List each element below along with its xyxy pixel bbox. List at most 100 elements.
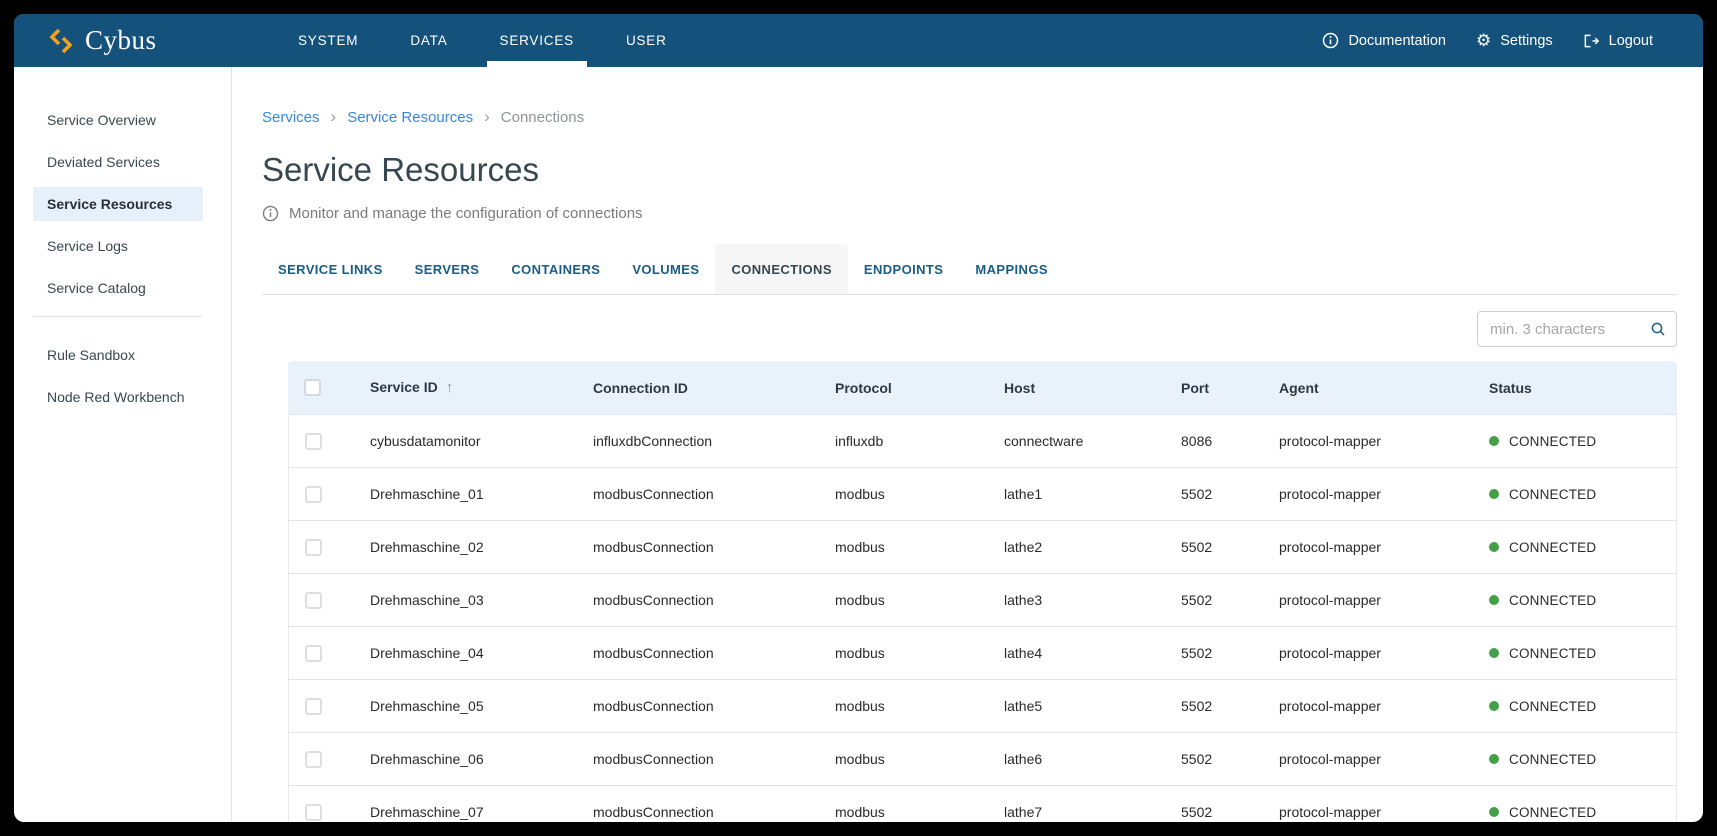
column-header-connection-id[interactable]: Connection ID: [577, 361, 819, 415]
cell-status: CONNECTED: [1473, 680, 1677, 733]
logout-icon: [1583, 33, 1600, 49]
tab-volumes[interactable]: VOLUMES: [616, 244, 715, 294]
column-header-protocol[interactable]: Protocol: [819, 361, 988, 415]
cell-service-id: Drehmaschine_06: [354, 733, 577, 786]
table-row[interactable]: Drehmaschine_07 modbusConnection modbus …: [288, 786, 1677, 822]
cell-host: lathe7: [988, 786, 1165, 822]
cell-host: connectware: [988, 415, 1165, 468]
cell-service-id: Drehmaschine_04: [354, 627, 577, 680]
documentation-link[interactable]: Documentation: [1322, 32, 1446, 49]
status-connected-dot-icon: [1489, 595, 1499, 605]
cell-port: 5502: [1165, 786, 1263, 822]
table-row[interactable]: Drehmaschine_01 modbusConnection modbus …: [288, 468, 1677, 521]
cell-connection-id: modbusConnection: [577, 680, 819, 733]
column-header-agent[interactable]: Agent: [1263, 361, 1473, 415]
tab-label: VOLUMES: [632, 262, 699, 277]
nav-item-system[interactable]: SYSTEM: [272, 14, 384, 67]
breadcrumb-item-connections: › Connections: [473, 107, 584, 127]
column-header-status[interactable]: Status: [1473, 361, 1677, 415]
tab-connections[interactable]: CONNECTIONS: [715, 244, 847, 294]
cell-protocol: modbus: [819, 574, 988, 627]
row-checkbox[interactable]: [305, 645, 322, 662]
column-header-service-id[interactable]: Service ID↑: [354, 361, 577, 415]
status-label: CONNECTED: [1509, 434, 1596, 449]
tab-label: ENDPOINTS: [864, 262, 943, 277]
cell-status: CONNECTED: [1473, 415, 1677, 468]
table-row[interactable]: Drehmaschine_04 modbusConnection modbus …: [288, 627, 1677, 680]
top-navigation-bar: Cybus SYSTEM DATA SERVICES USER: [14, 14, 1703, 67]
column-header-port[interactable]: Port: [1165, 361, 1263, 415]
cell-protocol: modbus: [819, 627, 988, 680]
cell-protocol: modbus: [819, 680, 988, 733]
cell-protocol: modbus: [819, 733, 988, 786]
tab-service-links[interactable]: SERVICE LINKS: [262, 244, 399, 294]
tab-servers[interactable]: SERVERS: [399, 244, 496, 294]
cell-select: [288, 733, 354, 786]
cell-agent: protocol-mapper: [1263, 786, 1473, 822]
cell-service-id: Drehmaschine_05: [354, 680, 577, 733]
status-connected-dot-icon: [1489, 754, 1499, 764]
nav-item-services[interactable]: SERVICES: [474, 14, 600, 67]
sidebar-item-label: Rule Sandbox: [47, 347, 135, 363]
sidebar-item-deviated-services[interactable]: Deviated Services: [33, 145, 203, 179]
status-label: CONNECTED: [1509, 805, 1596, 820]
cell-protocol: modbus: [819, 521, 988, 574]
brand-logo[interactable]: Cybus: [14, 25, 157, 56]
table-row[interactable]: Drehmaschine_06 modbusConnection modbus …: [288, 733, 1677, 786]
logout-link[interactable]: Logout: [1583, 33, 1653, 49]
cell-connection-id: modbusConnection: [577, 468, 819, 521]
cell-select: [288, 574, 354, 627]
cell-connection-id: modbusConnection: [577, 627, 819, 680]
cell-host: lathe6: [988, 733, 1165, 786]
nav-item-label: SYSTEM: [298, 33, 358, 48]
column-header-host[interactable]: Host: [988, 361, 1165, 415]
row-checkbox[interactable]: [305, 804, 322, 821]
sidebar-item-service-resources[interactable]: Service Resources: [33, 187, 203, 221]
sidebar: Service Overview Deviated Services Servi…: [14, 67, 232, 822]
settings-link[interactable]: ⚙ Settings: [1476, 32, 1553, 49]
select-all-checkbox[interactable]: [304, 379, 321, 396]
sidebar-item-label: Deviated Services: [47, 154, 160, 170]
tab-containers[interactable]: CONTAINERS: [495, 244, 616, 294]
breadcrumb-item-service-resources[interactable]: › Service Resources: [320, 107, 474, 127]
sidebar-group-tools: Rule Sandbox Node Red Workbench: [14, 338, 231, 414]
cell-host: lathe2: [988, 521, 1165, 574]
row-checkbox[interactable]: [305, 751, 322, 768]
table-row[interactable]: Drehmaschine_02 modbusConnection modbus …: [288, 521, 1677, 574]
row-checkbox[interactable]: [305, 539, 322, 556]
sidebar-item-service-catalog[interactable]: Service Catalog: [33, 271, 203, 305]
status-label: CONNECTED: [1509, 752, 1596, 767]
cell-select: [288, 415, 354, 468]
breadcrumb-label: Services: [262, 109, 320, 126]
nav-item-user[interactable]: USER: [600, 14, 693, 67]
sidebar-item-label: Service Resources: [47, 196, 172, 212]
row-checkbox[interactable]: [305, 433, 322, 450]
cell-connection-id: modbusConnection: [577, 574, 819, 627]
tab-mappings[interactable]: MAPPINGS: [959, 244, 1064, 294]
table-row[interactable]: Drehmaschine_03 modbusConnection modbus …: [288, 574, 1677, 627]
page-subtitle: Monitor and manage the configuration of …: [289, 205, 643, 222]
cell-port: 5502: [1165, 521, 1263, 574]
nav-item-label: DATA: [410, 33, 447, 48]
sidebar-item-service-overview[interactable]: Service Overview: [33, 103, 203, 137]
tab-endpoints[interactable]: ENDPOINTS: [848, 244, 959, 294]
search-input[interactable]: [1490, 321, 1650, 338]
cell-host: lathe1: [988, 468, 1165, 521]
sidebar-item-service-logs[interactable]: Service Logs: [33, 229, 203, 263]
sidebar-item-rule-sandbox[interactable]: Rule Sandbox: [33, 338, 203, 372]
sidebar-item-node-red-workbench[interactable]: Node Red Workbench: [33, 380, 203, 414]
breadcrumb-item-services[interactable]: › Services: [262, 109, 320, 126]
row-checkbox[interactable]: [305, 592, 322, 609]
logout-label: Logout: [1609, 33, 1653, 49]
cell-port: 5502: [1165, 627, 1263, 680]
table-header-row: Service ID↑ Connection ID Protocol Host …: [288, 361, 1677, 415]
search-button[interactable]: [1650, 321, 1666, 337]
row-checkbox[interactable]: [305, 698, 322, 715]
status-label: CONNECTED: [1509, 646, 1596, 661]
chevron-right-icon: ›: [331, 107, 337, 127]
table-row[interactable]: cybusdatamonitor influxdbConnection infl…: [288, 415, 1677, 468]
row-checkbox[interactable]: [305, 486, 322, 503]
nav-item-data[interactable]: DATA: [384, 14, 473, 67]
breadcrumb-label: Connections: [501, 109, 584, 126]
table-row[interactable]: Drehmaschine_05 modbusConnection modbus …: [288, 680, 1677, 733]
